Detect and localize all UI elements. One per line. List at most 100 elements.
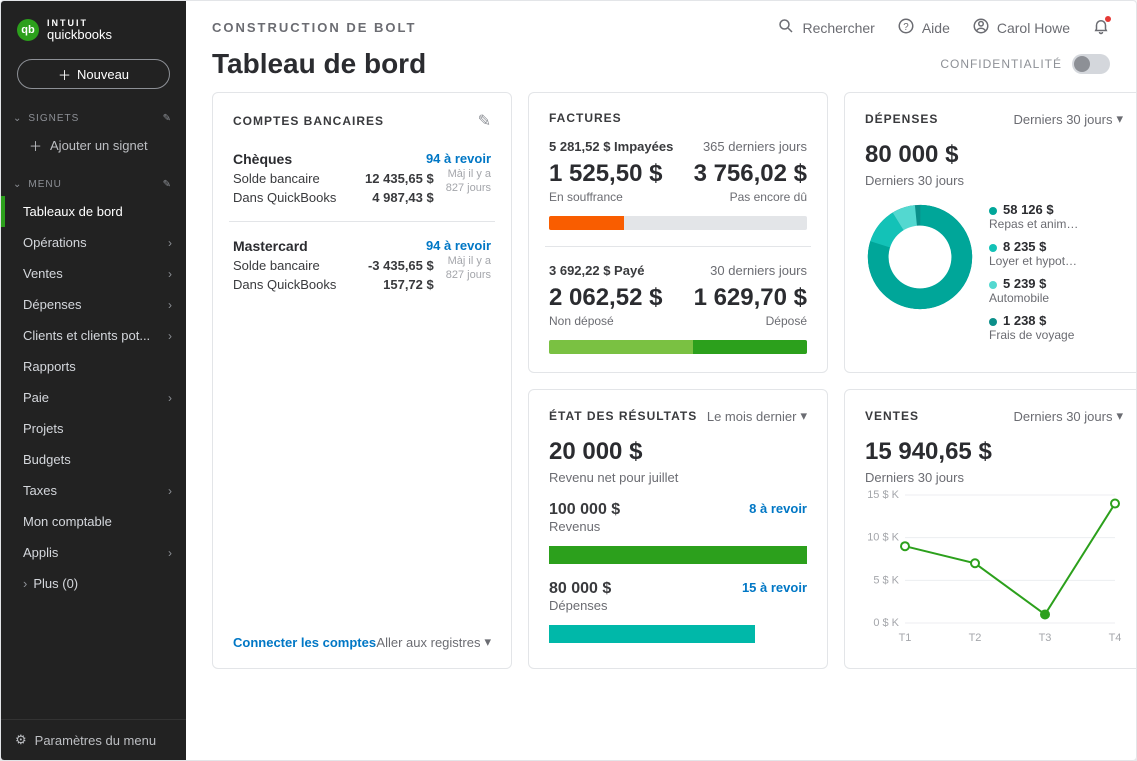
svg-text:10 $ K: 10 $ K [867, 532, 899, 544]
pl-income-review-link[interactable]: 8 à revoir [749, 501, 807, 534]
invoices-paid-bar [549, 340, 807, 354]
sidebar-item[interactable]: Paie› [1, 382, 186, 413]
paid-period: 30 derniers jours [710, 263, 807, 278]
chevron-right-icon: › [168, 267, 172, 281]
paid-amount: 3 692,22 $ Payé [549, 263, 644, 278]
pencil-icon[interactable]: ✎ [163, 113, 172, 124]
qb-mark-icon: qb [17, 19, 39, 41]
brand-text: INTUIT quickbooks [47, 19, 112, 41]
bank-title: COMPTES BANCAIRES [233, 114, 384, 128]
bank-account[interactable]: Chèques94 à revoirSolde bancaire12 435,6… [233, 151, 491, 222]
legend-item: 5 239 $Automobile [989, 276, 1078, 305]
search-button[interactable]: Rechercher [777, 17, 874, 38]
sidebar-item[interactable]: Clients et clients pot... › [1, 320, 186, 351]
connect-accounts-link[interactable]: Connecter les comptes [233, 635, 376, 650]
user-menu[interactable]: Carol Howe [972, 17, 1070, 38]
pl-net-label: Revenu net pour juillet [549, 470, 807, 485]
pl-expense-bar-hatch [730, 625, 756, 643]
bank-review-link[interactable]: 94 à revoir [426, 238, 491, 254]
deposited-segment [693, 340, 807, 354]
new-button[interactable]: ＋ Nouveau [17, 59, 170, 89]
sidebar-item[interactable]: Taxes › [1, 475, 186, 506]
undeposited-segment [549, 340, 693, 354]
caret-down-icon: ▾ [800, 408, 807, 424]
sidebar-item[interactable]: Tableaux de bord [1, 196, 186, 227]
card-invoices: FACTURES 5 281,52 $ Impayées 365 dernier… [528, 92, 828, 373]
caret-down-icon: ▾ [1116, 408, 1123, 424]
help-icon: ? [897, 17, 915, 38]
svg-text:0 $ K: 0 $ K [873, 617, 899, 629]
undeposited-label: Non déposé [549, 314, 662, 328]
sidebar-item[interactable]: Rapports [1, 351, 186, 382]
legend-dot-icon [989, 281, 997, 289]
menu-settings[interactable]: ⚙ Paramètres du menu [1, 719, 186, 760]
bank-account-name: Chèques [233, 151, 292, 167]
sidebar-item[interactable]: Ventes › [1, 258, 186, 289]
sidebar-item-label: Budgets [23, 452, 71, 467]
bank-review-link[interactable]: 94 à revoir [426, 151, 491, 167]
pl-net: 20 000 $ [549, 438, 807, 466]
svg-text:T2: T2 [969, 632, 982, 644]
svg-text:T1: T1 [899, 632, 912, 644]
pencil-icon[interactable]: ✎ [478, 111, 491, 131]
sales-line-chart: 0 $ K5 $ K10 $ K15 $ KT1T2T3T4 [865, 485, 1125, 645]
unpaid-amount: 5 281,52 $ Impayées [549, 139, 673, 154]
invoices-title: FACTURES [549, 111, 622, 125]
sidebar-item[interactable]: Applis› [1, 537, 186, 568]
pl-income-bar [549, 546, 776, 564]
bookmarks-header[interactable]: ⌄SIGNETS ✎ [1, 107, 186, 130]
bank-account[interactable]: Mastercard94 à revoirSolde bancaire-3 43… [233, 238, 491, 292]
sidebar-item[interactable]: Projets [1, 413, 186, 444]
sidebar-item-label: Ventes [23, 266, 63, 281]
sales-total: 15 940,65 $ [865, 438, 1123, 466]
pl-income-label: Revenus [549, 519, 620, 534]
sales-total-period: Derniers 30 jours [865, 470, 1123, 485]
sidebar-item-label: Tableaux de bord [23, 204, 123, 219]
notification-dot-icon [1105, 16, 1111, 22]
chevron-right-icon: › [168, 236, 172, 250]
bank-account-name: Mastercard [233, 238, 308, 254]
sales-period-dropdown[interactable]: Derniers 30 jours ▾ [1013, 408, 1123, 424]
svg-text:5 $ K: 5 $ K [873, 574, 899, 586]
sidebar-item-label: Taxes [23, 483, 57, 498]
chevron-down-icon: ⌄ [13, 113, 22, 124]
notifications-button[interactable] [1092, 17, 1110, 38]
pencil-icon[interactable]: ✎ [163, 179, 172, 190]
sidebar-item-more[interactable]: ›Plus (0) [1, 568, 186, 599]
chevron-right-icon: › [168, 329, 172, 343]
expenses-period-dropdown[interactable]: Derniers 30 jours ▾ [1013, 111, 1123, 127]
sidebar-item-label: Projets [23, 421, 63, 436]
sidebar-item[interactable]: Budgets [1, 444, 186, 475]
help-button[interactable]: ? Aide [897, 17, 950, 38]
expenses-total: 80 000 $ [865, 141, 1123, 169]
privacy-toggle[interactable]: CONFIDENTIALITÉ [940, 54, 1110, 74]
legend-item: 58 126 $Repas et anim… [989, 202, 1078, 231]
page-title: Tableau de bord [212, 48, 426, 80]
sidebar-item[interactable]: Mon comptable [1, 506, 186, 537]
menu-header[interactable]: ⌄MENU ✎ [1, 173, 186, 196]
toggle-icon [1072, 54, 1110, 74]
chevron-right-icon: › [168, 484, 172, 498]
sidebar-item-label: Clients et clients pot... [23, 328, 150, 343]
pl-expense-review-link[interactable]: 15 à revoir [742, 580, 807, 613]
new-label: Nouveau [77, 67, 129, 82]
search-icon [777, 17, 795, 38]
svg-text:15 $ K: 15 $ K [867, 489, 899, 501]
expenses-donut-chart [865, 202, 975, 312]
deposited-label: Déposé [694, 314, 807, 328]
sidebar-item-label: Paie [23, 390, 49, 405]
goto-registers-dropdown[interactable]: Aller aux registres ▾ [376, 634, 491, 650]
chevron-right-icon: › [23, 576, 27, 591]
legend-dot-icon [989, 207, 997, 215]
sidebar-item[interactable]: Opérations› [1, 227, 186, 258]
chevron-right-icon: › [168, 546, 172, 560]
add-bookmark[interactable]: ＋ Ajouter un signet [1, 130, 186, 165]
sidebar-item[interactable]: Dépenses› [1, 289, 186, 320]
plus-icon: ＋ [29, 136, 42, 155]
user-icon [972, 17, 990, 38]
notdue-amount: 3 756,02 $ [694, 160, 807, 188]
card-pl: ÉTAT DES RÉSULTATS Le mois dernier ▾ 20 … [528, 389, 828, 669]
pl-period-dropdown[interactable]: Le mois dernier ▾ [707, 408, 807, 424]
card-expenses: DÉPENSES Derniers 30 jours ▾ 80 000 $ De… [844, 92, 1136, 373]
top-bar: CONSTRUCTION DE BOLT Rechercher ? Aide C… [186, 1, 1136, 42]
